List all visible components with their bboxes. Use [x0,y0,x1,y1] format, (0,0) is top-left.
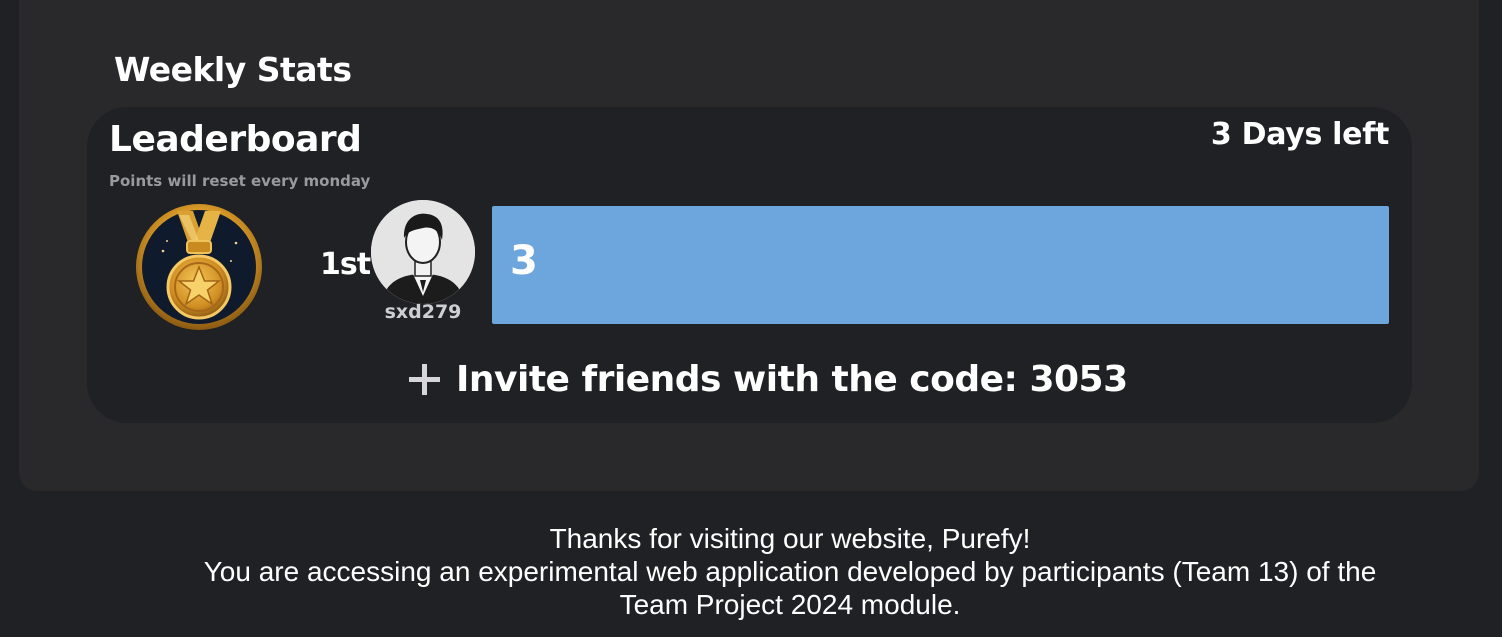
score-value: 3 [510,238,538,284]
plus-icon [409,364,440,395]
leaderboard-rank: 1st [320,247,371,282]
gold-medal-icon [133,201,265,333]
days-left-label: 3 Days left [1210,117,1389,152]
invite-friends-button[interactable]: Invite friends with the code: 3053 [407,359,1128,400]
site-footer: Thanks for visiting our website, Purefy!… [96,522,1484,621]
invite-code-text: Invite friends with the code: 3053 [456,359,1128,400]
leaderboard-username: sxd279 [384,301,462,323]
leaderboard-subtitle: Points will reset every monday [109,172,371,190]
user-avatar-icon [371,200,475,304]
leaderboard-title: Leaderboard [109,119,362,160]
score-bar: 3 [492,206,1389,324]
footer-line-1: Thanks for visiting our website, Purefy! [549,523,1031,554]
footer-line-3: Team Project 2024 module. [619,589,961,620]
leaderboard-panel: Leaderboard Points will reset every mond… [87,107,1412,423]
footer-line-2: You are accessing an experimental web ap… [203,556,1377,587]
weekly-stats-heading: Weekly Stats [114,50,352,89]
